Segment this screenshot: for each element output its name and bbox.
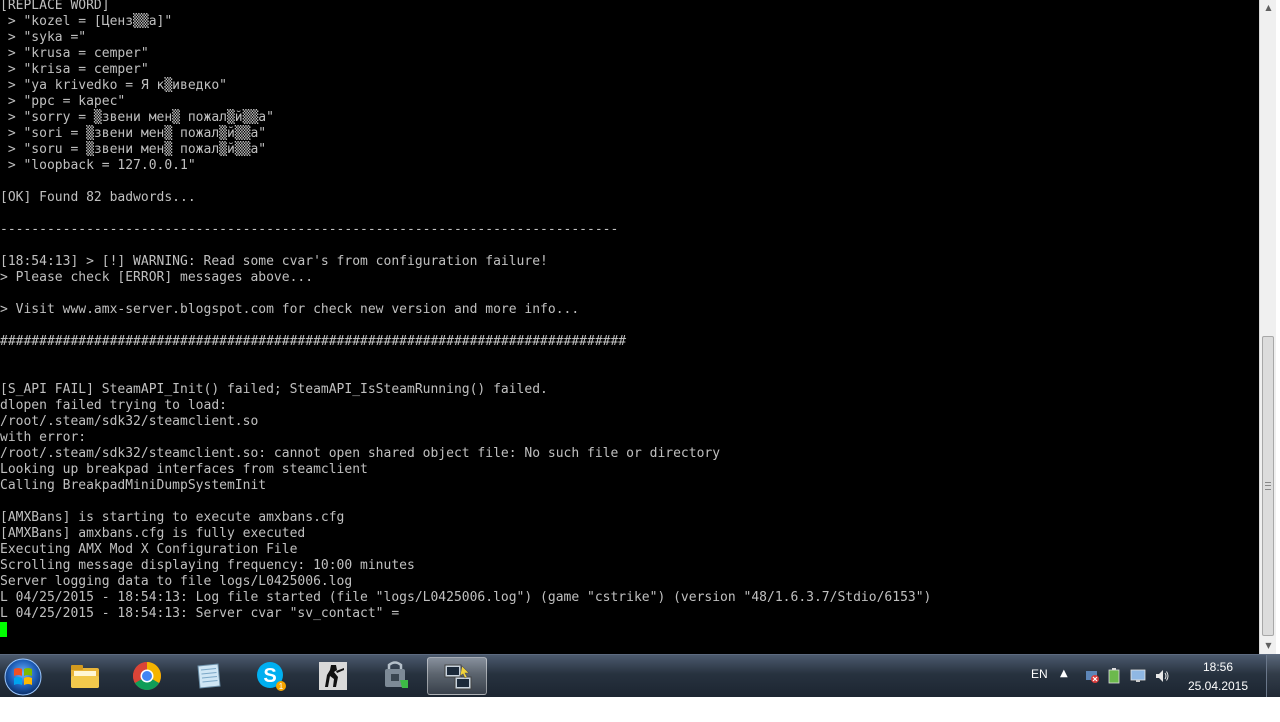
- language-indicator[interactable]: EN: [1031, 667, 1048, 681]
- terminal-line: [AMXBans] amxbans.cfg is fully executed: [0, 526, 306, 541]
- terminal-line: Calling BreakpadMiniDumpSystemInit: [0, 478, 267, 493]
- terminal-line: > "loopback = 127.0.0.1": [0, 158, 196, 173]
- terminal-line: > "soru = ▒звени мен▒ пожал▒й▒▒а": [0, 142, 267, 157]
- terminal-line: > "sori = ▒звени мен▒ пожал▒й▒▒а": [0, 126, 267, 141]
- terminal-line: Executing AMX Mod X Configuration File: [0, 542, 298, 557]
- terminal-line: > Visit www.amx-server.blogspot.com for …: [0, 302, 580, 317]
- terminal-line: [AMXBans] is starting to execute amxbans…: [0, 510, 345, 525]
- folder-icon: [71, 665, 99, 688]
- taskbar-skype-button[interactable]: S 1: [241, 657, 301, 695]
- terminal-line: [OK] Found 82 badwords...: [0, 190, 196, 205]
- terminal-line: > "krisa = cemper": [0, 62, 149, 77]
- terminal-line: > "syka =": [0, 30, 87, 45]
- terminal-line: /root/.steam/sdk32/steamclient.so: canno…: [0, 446, 721, 461]
- tray-network-error-icon[interactable]: [1084, 668, 1100, 684]
- clock-date[interactable]: 25.04.2015: [1180, 679, 1256, 693]
- terminal-line: dlopen failed trying to load:: [0, 398, 227, 413]
- taskbar-notepad-button[interactable]: [179, 657, 239, 695]
- terminal-line: /root/.steam/sdk32/steamclient.so: [0, 414, 259, 429]
- terminal-line: > "ya krivedko = Я к▒иведко": [0, 78, 227, 93]
- show-desktop-button[interactable]: [1266, 655, 1280, 697]
- tray-expand-icon[interactable]: ▲: [1060, 668, 1068, 679]
- terminal-line: > Please check [ERROR] messages above...: [0, 270, 314, 285]
- chrome-icon: [133, 662, 161, 690]
- terminal-line: ----------------------------------------…: [0, 222, 619, 237]
- scrollbar-grip-icon: [1265, 482, 1271, 490]
- terminal-line: [REPLACE WORD]: [0, 0, 110, 13]
- terminal-line: Scrolling message displaying frequency: …: [0, 558, 415, 573]
- terminal-window[interactable]: [REPLACE WORD] > "kozel = [Ценз▒▒а]" > "…: [0, 0, 1259, 654]
- scrollbar-thumb[interactable]: [1262, 336, 1274, 636]
- terminal-line: > "krusa = cemper": [0, 46, 149, 61]
- windows-start-icon: [4, 658, 42, 696]
- terminal-line: L 04/25/2015 - 18:54:13: Log file starte…: [0, 590, 932, 605]
- screen-bottom-margin: [0, 697, 1280, 722]
- terminal-line: > "ppc = kapec": [0, 94, 126, 109]
- taskbar: S 1 EN ▲ 18:56 25.04.2015: [0, 654, 1280, 697]
- taskbar-server-manager-button[interactable]: [365, 657, 425, 695]
- scroll-up-arrow-icon[interactable]: ▲: [1260, 0, 1277, 16]
- server-lock-icon: [385, 661, 408, 688]
- terminal-line: > "sorry = ▒звени мен▒ пожал▒й▒▒а": [0, 110, 274, 125]
- terminal-line: with error:: [0, 430, 87, 445]
- skype-icon: S 1: [257, 662, 286, 691]
- tray-monitor-icon[interactable]: [1130, 668, 1146, 684]
- terminal-cursor: [0, 622, 7, 637]
- terminal-line: Server logging data to file logs/L042500…: [0, 574, 353, 589]
- clock-time[interactable]: 18:56: [1180, 660, 1256, 674]
- tray-volume-icon[interactable]: [1154, 668, 1170, 684]
- taskbar-putty-button[interactable]: [427, 657, 487, 695]
- terminal-line: [S_API FAIL] SteamAPI_Init() failed; Ste…: [0, 382, 548, 397]
- taskbar-counter-strike-button[interactable]: [303, 657, 363, 695]
- counter-strike-icon: [319, 662, 347, 690]
- scroll-down-arrow-icon[interactable]: ▼: [1260, 638, 1277, 654]
- notepad-icon: [197, 663, 221, 689]
- terminal-line: Looking up breakpad interfaces from stea…: [0, 462, 368, 477]
- taskbar-chrome-button[interactable]: [117, 657, 177, 695]
- terminal-output: [REPLACE WORD] > "kozel = [Ценз▒▒а]" > "…: [0, 0, 931, 622]
- terminal-line: > "kozel = [Ценз▒▒а]": [0, 14, 173, 29]
- taskbar-explorer-button[interactable]: [55, 657, 115, 695]
- putty-icon: [444, 664, 472, 690]
- start-button[interactable]: [2, 656, 44, 696]
- terminal-line: L 04/25/2015 - 18:54:13: Server cvar "sv…: [0, 606, 407, 621]
- terminal-line: [18:54:13] > [!] WARNING: Read some cvar…: [0, 254, 548, 269]
- svg-text:S: S: [263, 665, 276, 687]
- window-edge: [1276, 0, 1280, 654]
- skype-notification-badge: 1: [279, 682, 284, 691]
- vertical-scrollbar[interactable]: ▲ ▼: [1259, 0, 1276, 654]
- terminal-line: ########################################…: [0, 334, 627, 349]
- tray-battery-icon[interactable]: [1106, 668, 1122, 684]
